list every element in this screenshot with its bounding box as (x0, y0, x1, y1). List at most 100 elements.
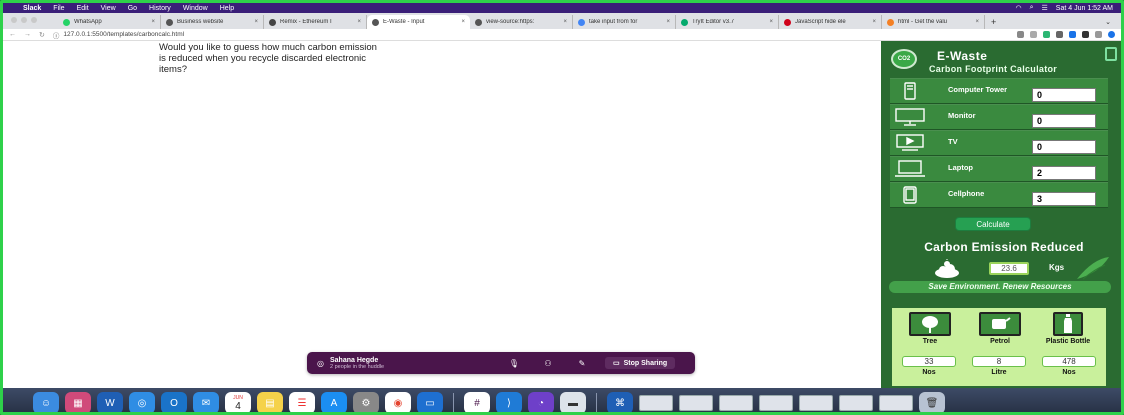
menu-view[interactable]: View (101, 5, 116, 12)
tab-google-search[interactable]: take input from for × (573, 15, 676, 29)
close-tab-icon[interactable]: × (563, 19, 567, 25)
cellphone-input[interactable]: 3 (1032, 192, 1096, 206)
search-icon[interactable]: ⌕ (1030, 4, 1034, 12)
close-tab-icon[interactable]: × (461, 19, 465, 25)
calendar-icon[interactable]: JUN 4 (225, 392, 251, 412)
notes-icon[interactable]: ▤ (257, 392, 283, 412)
minimized-window-thumbnail[interactable] (719, 395, 753, 411)
minimized-window-thumbnail[interactable] (679, 395, 713, 411)
tab-javascript-hide[interactable]: JavaScript hide ele × (779, 15, 882, 29)
system-preferences-icon[interactable]: ⚙ (353, 392, 379, 412)
close-tab-icon[interactable]: × (872, 19, 876, 25)
chrome-icon[interactable]: ◉ (385, 392, 411, 412)
url-text[interactable]: 127.0.0.1:5500/templates/carboncalc.html (63, 31, 184, 38)
add-people-icon[interactable]: ⚇ (531, 359, 565, 368)
outlook-icon[interactable]: O (161, 392, 187, 412)
recycle-bin-icon (1105, 47, 1117, 61)
dock-separator (453, 393, 454, 412)
draw-icon[interactable]: ✎ (565, 359, 599, 368)
computer-tower-input[interactable]: 0 (1032, 88, 1096, 102)
launchpad-icon[interactable]: ▦ (65, 392, 91, 412)
close-tab-icon[interactable]: × (357, 19, 361, 25)
tree-unit: Nos (922, 369, 936, 376)
puzzle-icon[interactable] (1095, 31, 1102, 38)
menu-history[interactable]: History (149, 5, 171, 12)
tab-search-chevron-icon[interactable]: ⌄ (1100, 15, 1121, 29)
screen-share-app-icon[interactable]: ▭ (417, 392, 443, 412)
stop-sharing-button[interactable]: ▭ Stop Sharing (605, 357, 676, 369)
tab-business-website[interactable]: Business website × (161, 15, 264, 29)
extension-icon[interactable] (1082, 31, 1089, 38)
extension-icon[interactable] (1056, 31, 1063, 38)
tv-input[interactable]: 0 (1032, 140, 1096, 154)
close-tab-icon[interactable]: × (151, 19, 155, 25)
monitor-input[interactable]: 0 (1032, 114, 1096, 128)
github-desktop-icon[interactable]: ◔ (528, 392, 554, 412)
new-tab-button[interactable]: + (985, 15, 1002, 29)
monitor-icon (890, 108, 930, 126)
calculate-button[interactable]: Calculate (955, 217, 1031, 231)
safari-icon[interactable]: ◎ (129, 392, 155, 412)
tab-ewaste-input[interactable]: E-Waste - Input × (367, 15, 470, 29)
minimized-window-thumbnail[interactable] (879, 395, 913, 411)
finder-icon[interactable]: ☺ (33, 392, 59, 412)
tab-view-source[interactable]: view-source:https: × (470, 15, 573, 29)
bookmark-star-icon[interactable] (1030, 31, 1037, 38)
minimized-window-thumbnail[interactable] (759, 395, 793, 411)
trash-icon[interactable]: 🗑 (919, 392, 945, 412)
tab-whatsapp[interactable]: WhatsApp × (58, 15, 161, 29)
close-tab-icon[interactable]: × (666, 19, 670, 25)
back-arrow-icon[interactable]: ← (9, 31, 16, 38)
vivaldi-icon (784, 18, 791, 26)
extension-icon[interactable] (1069, 31, 1076, 38)
petrol-unit: Litre (991, 369, 1007, 376)
microphone-icon[interactable]: 🎙 (497, 359, 531, 368)
control-center-icon[interactable]: ☰ (1042, 4, 1048, 12)
equivalent-plastic-bottle: Plastic Bottle (1038, 312, 1098, 346)
equivalents-panel: Tree Petrol Plastic Bottle 33 8 478 Nos … (890, 306, 1108, 388)
cellphone-icon (890, 186, 930, 204)
menu-edit[interactable]: Edit (77, 5, 89, 12)
close-window-button[interactable] (11, 17, 17, 23)
close-tab-icon[interactable]: × (769, 19, 773, 25)
minimized-window-thumbnail[interactable] (639, 395, 673, 411)
menu-go[interactable]: Go (128, 5, 137, 12)
profile-avatar[interactable] (1108, 31, 1115, 38)
close-tab-icon[interactable]: × (975, 19, 979, 25)
menubar-clock[interactable]: Sat 4 Jun 1:52 AM (1056, 5, 1113, 12)
tab-title: WhatsApp (74, 19, 102, 25)
extension-icon[interactable] (1043, 31, 1050, 38)
extensions-area (1017, 31, 1115, 38)
huddle-participant[interactable]: ◎ Sahana Hegde 2 people in the huddle (317, 357, 497, 370)
menubar-app-name[interactable]: Slack (23, 5, 41, 12)
mail-icon[interactable]: ✉ (193, 392, 219, 412)
tab-remix[interactable]: Remix - Ethereum I × (264, 15, 367, 29)
tab-stackoverflow[interactable]: html - Get the valu × (882, 15, 985, 29)
preview-icon[interactable]: ▬ (560, 392, 586, 412)
keyboard-icon[interactable]: ⌘ (607, 392, 633, 412)
slack-icon[interactable]: # (464, 392, 490, 412)
slack-huddle-bar: ◎ Sahana Hegde 2 people in the huddle 🎙 … (307, 352, 695, 374)
minimize-window-button[interactable] (21, 17, 27, 23)
reminders-icon[interactable]: ☰ (289, 392, 315, 412)
word-icon[interactable]: W (97, 392, 123, 412)
minimized-window-thumbnail[interactable] (799, 395, 833, 411)
app-store-icon[interactable]: A (321, 392, 347, 412)
close-tab-icon[interactable]: × (254, 19, 258, 25)
tab-title: Remix - Ethereum I (280, 19, 332, 25)
laptop-input[interactable]: 2 (1032, 166, 1096, 180)
url-field[interactable]: ⓘ 127.0.0.1:5500/templates/carboncalc.ht… (53, 30, 184, 40)
menu-window[interactable]: Window (183, 5, 208, 12)
menu-help[interactable]: Help (220, 5, 234, 12)
share-icon[interactable] (1017, 31, 1024, 38)
wifi-icon[interactable]: ◠ (1015, 4, 1021, 12)
menu-file[interactable]: File (53, 5, 64, 12)
tab-tryit-editor[interactable]: TryIt Editor v3.7 × (676, 15, 779, 29)
forward-arrow-icon[interactable]: → (24, 31, 31, 38)
zoom-window-button[interactable] (31, 17, 37, 23)
minimized-window-thumbnail[interactable] (839, 395, 873, 411)
info-icon[interactable]: ⓘ (53, 30, 60, 40)
vscode-icon[interactable]: ⟩ (496, 392, 522, 412)
reload-icon[interactable]: ↻ (39, 31, 45, 39)
huddle-subtitle: 2 people in the huddle (329, 363, 385, 370)
